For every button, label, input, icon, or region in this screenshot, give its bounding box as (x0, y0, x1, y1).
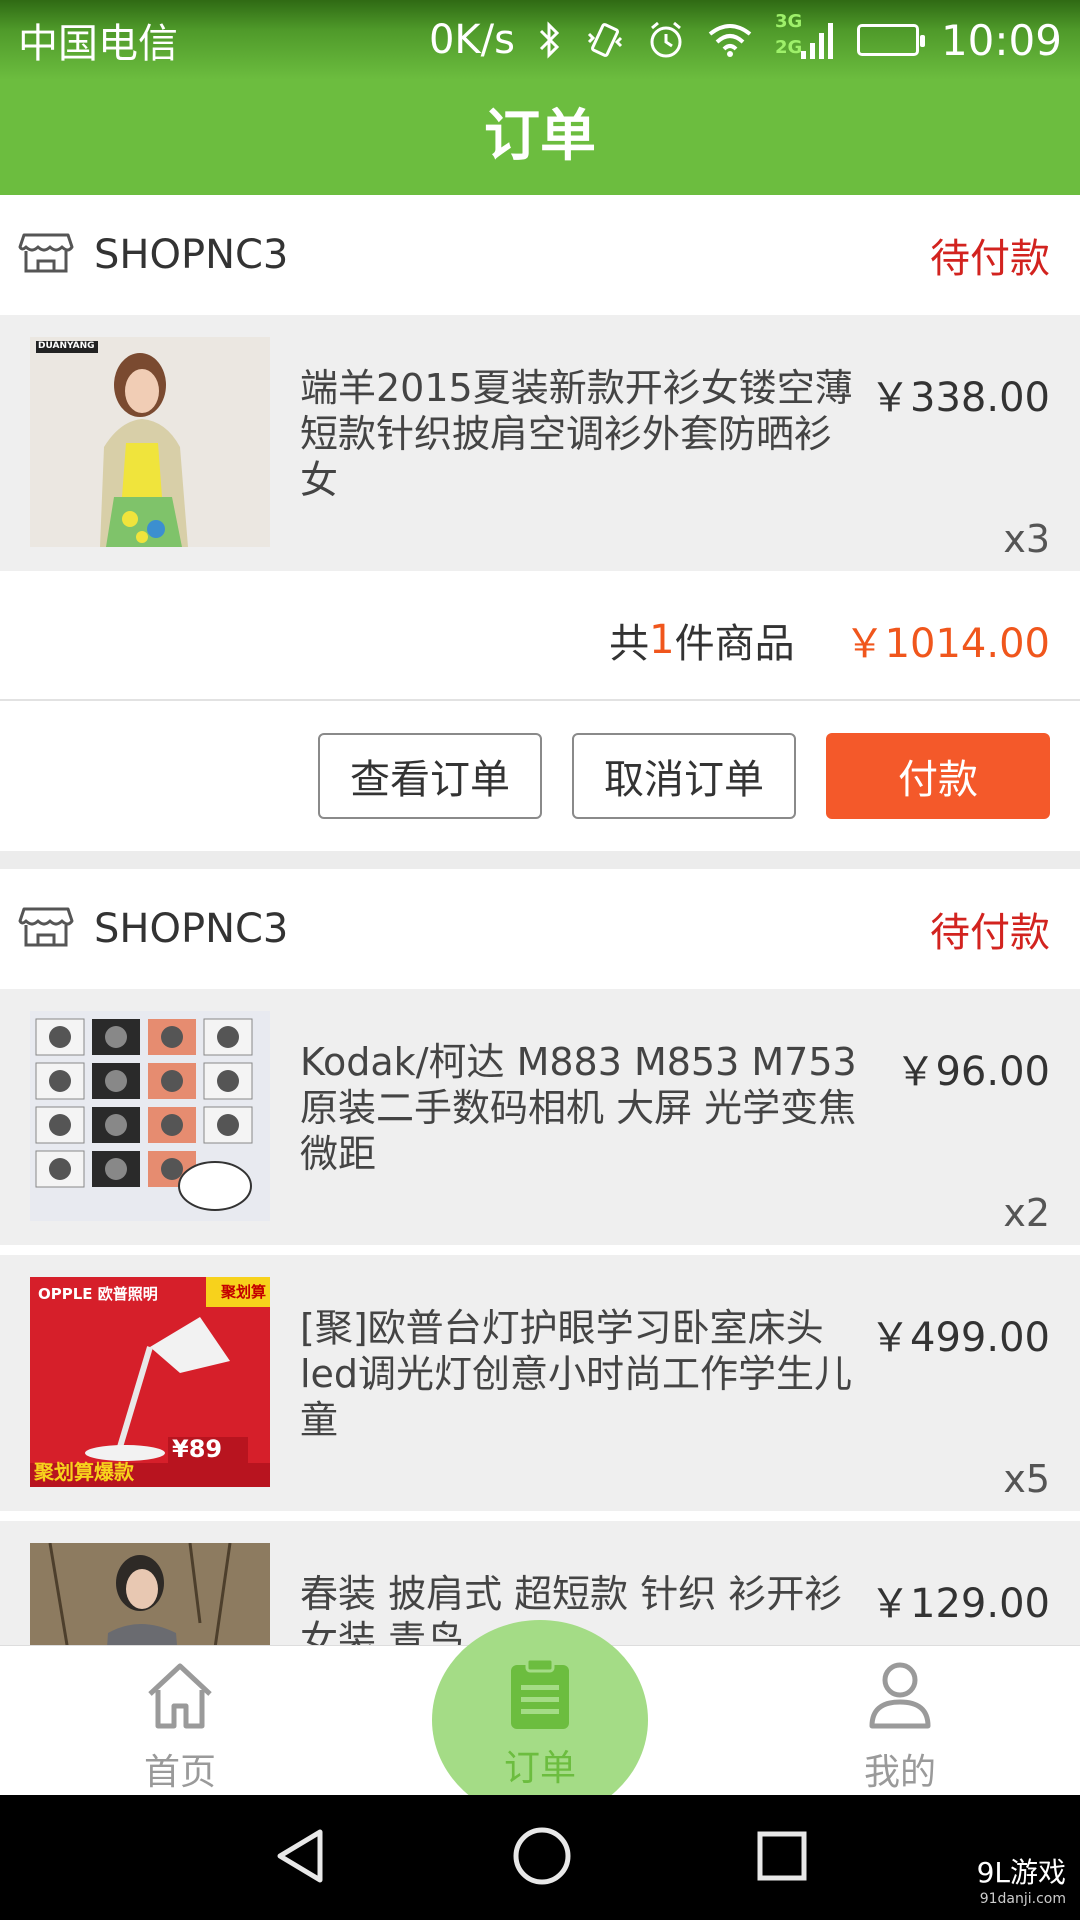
tab-orders-content[interactable]: 订单 (432, 1645, 648, 1795)
app-header: 中国电信 0K/s 3G 2G 10:09 订单 (0, 0, 1080, 195)
status-bar: 中国电信 0K/s 3G 2G 10:09 (0, 0, 1080, 80)
product-title: Kodak/柯达 M883 M853 M753原装二手数码相机 大屏 光学变焦 … (300, 1040, 857, 1176)
battery-icon (856, 24, 925, 56)
shop-header[interactable]: SHOPNC3 待付款 (0, 869, 1080, 989)
summary-count: 1 (649, 617, 675, 663)
order-status: 待付款 (930, 236, 1050, 282)
order-item[interactable]: Kodak/柯达 M883 M853 M753原装二手数码相机 大屏 光学变焦 … (0, 989, 1080, 1245)
user-icon (864, 1660, 936, 1739)
watermark-brand: 9L游戏 (976, 1856, 1066, 1889)
home-circle-icon[interactable] (511, 1825, 573, 1891)
status-icons: 0K/s 3G 2G 10:09 (428, 11, 1062, 65)
product-thumbnail: OPPLE 欧普照明 聚划算 聚划算爆款 ¥89 (30, 1277, 270, 1487)
vibrate-icon (585, 20, 625, 60)
recents-icon[interactable] (756, 1830, 808, 1886)
order-list[interactable]: SHOPNC3 待付款 DUANYANG 端羊2015夏装新款开衫女镂空薄短款针… (0, 195, 1080, 1645)
bluetooth-icon (537, 21, 563, 59)
thumbnail-brand: OPPLE 欧普照明 (38, 1285, 158, 1303)
tab-home-label: 首页 (143, 1752, 216, 1793)
tab-orders-label: 订单 (503, 1748, 576, 1789)
page-title: 订单 (484, 104, 596, 169)
tab-home[interactable]: 首页 (0, 1646, 360, 1795)
network-type-2g: 2G (774, 37, 803, 58)
thumbnail-price: ¥89 (172, 1435, 223, 1463)
product-thumbnail (30, 1011, 270, 1221)
order-card: SHOPNC3 待付款 Kodak/柯达 M883 M853 M753原装二手数… (0, 869, 1080, 1645)
thumbnail-brand: DUANYANG (38, 341, 95, 351)
clock: 10:09 (940, 15, 1062, 65)
shop-name: SHOPNC3 (94, 906, 289, 952)
store-icon (18, 905, 74, 953)
back-icon[interactable] (272, 1826, 328, 1890)
store-icon (18, 231, 74, 279)
product-quantity: x5 (1003, 1457, 1050, 1501)
product-title: 端羊2015夏装新款开衫女镂空薄短款针织披肩空调衫外套防晒衫女 (300, 366, 853, 502)
thumbnail-tag: 聚划算 (220, 1283, 266, 1301)
tab-mine-label: 我的 (863, 1752, 936, 1793)
tab-mine[interactable]: 我的 (720, 1646, 1080, 1795)
alarm-icon (647, 20, 685, 60)
order-summary: 共 1 件商品 ￥1014.00 (0, 581, 1080, 701)
order-item[interactable]: OPPLE 欧普照明 聚划算 聚划算爆款 ¥89 [聚]欧普台灯护眼学习卧室床头… (0, 1255, 1080, 1511)
pay-button[interactable]: 付款 (826, 733, 1050, 819)
shop-header[interactable]: SHOPNC3 待付款 (0, 195, 1080, 315)
order-actions: 查看订单 取消订单 付款 (0, 701, 1080, 851)
product-thumbnail: DUANYANG (30, 337, 270, 547)
watermark: 9L游戏 91danji.com (977, 1859, 1066, 1912)
thumbnail-banner: 聚划算爆款 (34, 1460, 134, 1484)
product-quantity: x2 (1003, 1191, 1050, 1235)
product-price: ￥129.00 (870, 1581, 1050, 1627)
wifi-icon (707, 22, 753, 58)
order-item[interactable]: DUANYANG 端羊2015夏装新款开衫女镂空薄短款针织披肩空调衫外套防晒衫女… (0, 315, 1080, 571)
cellular-signal-icon: 3G 2G (774, 11, 835, 65)
clipboard-icon (507, 1657, 573, 1735)
product-thumbnail (30, 1543, 270, 1645)
product-title: [聚]欧普台灯护眼学习卧室床头led调光灯创意小时尚工作学生儿童 (300, 1306, 853, 1442)
system-nav-bar: 9L游戏 91danji.com (0, 1795, 1080, 1920)
watermark-site: 91danji.com (979, 1891, 1066, 1907)
product-quantity: x3 (1003, 517, 1050, 561)
order-total: ￥1014.00 (844, 621, 1050, 667)
home-icon (144, 1660, 216, 1739)
order-status: 待付款 (930, 910, 1050, 956)
network-type-3g: 3G (774, 11, 803, 32)
shop-name: SHOPNC3 (94, 232, 289, 278)
summary-prefix: 共 (609, 621, 650, 667)
network-speed: 0K/s (428, 17, 515, 63)
view-order-button[interactable]: 查看订单 (318, 733, 542, 819)
cancel-order-button[interactable]: 取消订单 (572, 733, 796, 819)
order-card: SHOPNC3 待付款 DUANYANG 端羊2015夏装新款开衫女镂空薄短款针… (0, 195, 1080, 851)
summary-suffix: 件商品 (674, 621, 795, 667)
carrier-name: 中国电信 (18, 21, 178, 67)
